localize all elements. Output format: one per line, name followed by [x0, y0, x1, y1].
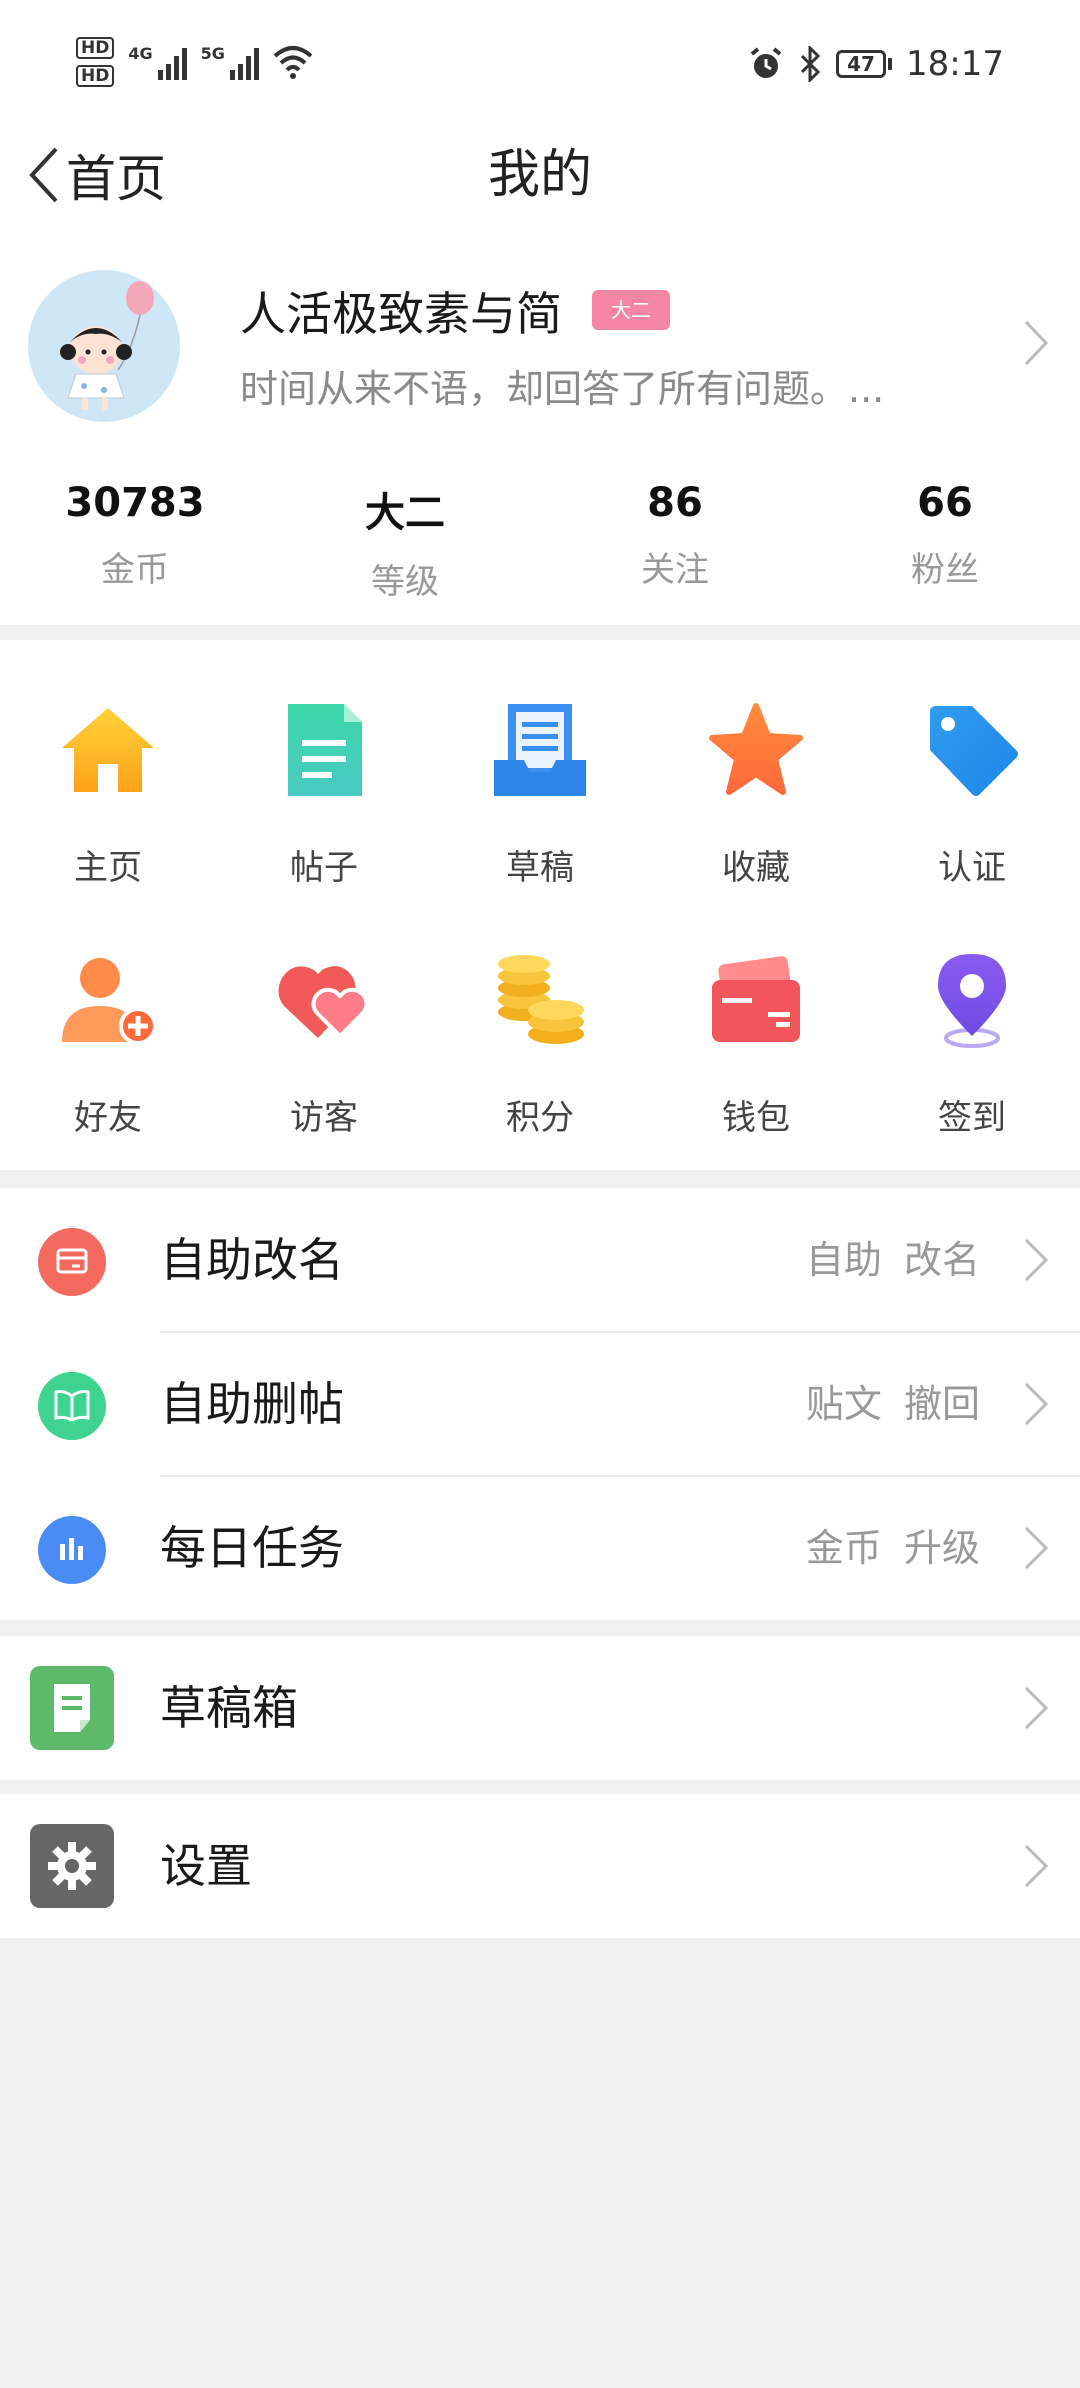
hearts-icon: [278, 966, 369, 1039]
stat-fans[interactable]: 66 粉丝: [810, 480, 1080, 603]
stat-label: 关注: [641, 550, 709, 590]
grid-item-home[interactable]: 主页: [0, 700, 216, 889]
grid-item-label: 帖子: [290, 848, 358, 888]
location-pin-icon: [938, 954, 1006, 1048]
card-icon: [38, 1228, 106, 1296]
list-item-label: 自助改名: [160, 1233, 344, 1287]
draft-tray-icon: [494, 704, 586, 796]
stat-level[interactable]: 大二 等级: [270, 480, 540, 603]
clock: 18:17: [906, 44, 1004, 84]
list-item-label: 每日任务: [160, 1521, 344, 1575]
chevron-right-icon: [1024, 320, 1049, 366]
bar-chart-icon: [38, 1516, 106, 1584]
wifi-icon: [273, 46, 313, 79]
battery-icon: 47: [836, 50, 893, 78]
stat-value: 大二: [365, 490, 445, 536]
grid-row-1: 主页 帖子 草稿 收藏 认证: [0, 700, 1080, 889]
signal-5g-icon: 5G: [201, 44, 259, 80]
stat-value: 30783: [65, 480, 205, 526]
list-item-label: 设置: [160, 1839, 252, 1893]
stat-value: 86: [647, 480, 703, 526]
grid-item-posts[interactable]: 帖子: [216, 700, 432, 889]
tag-icon: [930, 706, 1018, 796]
stat-label: 金币: [101, 550, 169, 590]
chevron-right-icon: [1024, 1686, 1049, 1730]
list-item-hint: 贴文 撤回: [805, 1382, 980, 1426]
star-icon: [709, 703, 803, 795]
wallet-icon: [712, 956, 800, 1042]
grid-item-friends[interactable]: 好友: [0, 950, 216, 1139]
grid-item-points[interactable]: 积分: [432, 950, 648, 1139]
hd2-badge: HD: [76, 65, 115, 87]
nav-bar: 首页 我的: [0, 120, 1080, 230]
feature-grid: 主页 帖子 草稿 收藏 认证 好友 访客 积分 钱包 签到: [0, 640, 1080, 1170]
note-icon: [30, 1666, 114, 1750]
alarm-icon: [750, 47, 782, 78]
user-bio: 时间从来不语，却回答了所有问题。...: [240, 367, 885, 411]
hd-indicators: HD HD: [76, 37, 115, 87]
stats-row: 30783 金币 大二 等级 86 关注 66 粉丝: [0, 480, 1080, 603]
stat-value: 66: [917, 480, 973, 526]
hd1-badge: HD: [76, 37, 115, 59]
grid-item-label: 好友: [74, 1098, 142, 1138]
chevron-right-icon: [1024, 1844, 1049, 1888]
list-item-label: 草稿箱: [160, 1681, 298, 1735]
stat-coins[interactable]: 30783 金币: [0, 480, 270, 603]
document-icon: [288, 704, 362, 796]
grid-row-2: 好友 访客 积分 钱包 签到: [0, 950, 1080, 1139]
username: 人活极致素与简: [240, 287, 562, 341]
grid-item-drafts[interactable]: 草稿: [432, 700, 648, 889]
chevron-right-icon: [1024, 1238, 1049, 1282]
list-item-hint: 自助 改名: [805, 1238, 980, 1282]
list-item-settings[interactable]: 设置: [0, 1794, 1080, 1938]
grid-item-label: 主页: [74, 848, 142, 888]
status-bar: HD HD 4G 5G 47 18:17: [0, 0, 1080, 120]
status-right: 47 18:17: [748, 36, 1004, 92]
add-friend-icon: [62, 958, 157, 1045]
stat-label: 等级: [371, 562, 439, 602]
list-item-label: 自助删帖: [160, 1377, 344, 1431]
level-badge: 大二: [592, 290, 670, 330]
net-type-2: 5G: [200, 44, 225, 63]
net-type-1: 4G: [128, 44, 153, 63]
list-item-delete-post[interactable]: 自助删帖 贴文 撤回: [0, 1332, 1080, 1476]
grid-item-label: 草稿: [506, 848, 574, 888]
list-item-draft-box[interactable]: 草稿箱: [0, 1636, 1080, 1780]
status-left: HD HD 4G 5G: [76, 34, 313, 90]
avatar[interactable]: [28, 270, 180, 422]
grid-item-label: 积分: [506, 1098, 574, 1138]
list-item-hint: 金币 升级: [805, 1526, 980, 1570]
stat-label: 粉丝: [911, 550, 979, 590]
grid-item-label: 收藏: [722, 848, 790, 888]
grid-item-label: 访客: [290, 1098, 358, 1138]
grid-item-verify[interactable]: 认证: [864, 700, 1080, 889]
grid-item-label: 认证: [938, 848, 1006, 888]
grid-item-favorites[interactable]: 收藏: [648, 700, 864, 889]
tools-list: 自助改名 自助 改名 自助删帖 贴文 撤回 每日任务 金币 升级: [0, 1188, 1080, 1620]
cartoon-girl-avatar-icon: [60, 281, 154, 410]
battery-level: 47: [847, 52, 875, 76]
profile-header[interactable]: 人活极致素与简 大二 时间从来不语，却回答了所有问题。...: [0, 230, 1080, 460]
profile-card: 人活极致素与简 大二 时间从来不语，却回答了所有问题。... 30783 金币 …: [0, 230, 1080, 625]
chevron-right-icon: [1024, 1526, 1049, 1570]
list-item-rename[interactable]: 自助改名 自助 改名: [0, 1188, 1080, 1332]
bluetooth-icon: [800, 46, 821, 82]
grid-item-label: 签到: [938, 1098, 1006, 1138]
page-title: 我的: [487, 145, 592, 205]
grid-item-label: 钱包: [722, 1098, 790, 1138]
home-icon: [62, 708, 154, 792]
book-icon: [38, 1372, 106, 1440]
gear-icon: [30, 1824, 114, 1908]
coins-icon: [498, 955, 584, 1044]
grid-item-wallet[interactable]: 钱包: [648, 950, 864, 1139]
list-item-daily-tasks[interactable]: 每日任务 金币 升级: [0, 1476, 1080, 1620]
chevron-right-icon: [1024, 1382, 1049, 1426]
stat-following[interactable]: 86 关注: [540, 480, 810, 603]
signal-4g-icon: 4G: [128, 44, 187, 80]
grid-item-checkin[interactable]: 签到: [864, 950, 1080, 1139]
grid-item-visitors[interactable]: 访客: [216, 950, 432, 1139]
